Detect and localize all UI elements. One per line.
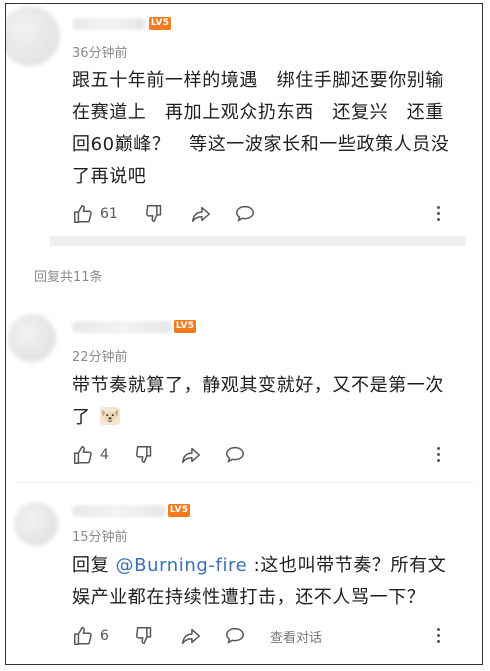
dislike-button[interactable] xyxy=(134,623,156,649)
like-button[interactable]: 6 xyxy=(72,623,109,649)
share-icon xyxy=(182,628,200,645)
share-icon xyxy=(182,447,200,464)
comment-thread-panel: LV5 36分钟前 跟五十年前一样的境遇 绑住手脚还要你别输在赛道上 再加上观众… xyxy=(5,3,483,665)
dislike-button[interactable] xyxy=(144,201,166,227)
comment-bubble-icon xyxy=(226,446,244,463)
like-count: 4 xyxy=(100,447,109,463)
thumbs-down-icon xyxy=(135,446,152,464)
section-divider xyxy=(50,236,466,246)
reply-button[interactable] xyxy=(224,442,246,468)
reply-time: 22分钟前 xyxy=(72,350,128,365)
reply-button[interactable] xyxy=(224,623,246,649)
reply-total-label: 回复共11条 xyxy=(34,270,103,285)
avatar[interactable] xyxy=(6,6,60,66)
more-options-icon[interactable] xyxy=(436,628,442,646)
share-icon xyxy=(192,206,210,223)
reply-separator xyxy=(16,482,474,483)
thumbs-down-icon xyxy=(135,627,152,645)
share-button[interactable] xyxy=(180,442,202,468)
reply-actions: 4 xyxy=(72,442,472,468)
comment-bubble-icon xyxy=(236,205,254,222)
level-badge: LV5 xyxy=(174,320,196,333)
view-conversation-link[interactable]: 查看对话 xyxy=(270,623,322,649)
thumbs-down-icon xyxy=(145,205,162,223)
like-button[interactable]: 61 xyxy=(72,201,118,227)
reply-time: 15分钟前 xyxy=(72,530,128,545)
comment-time: 36分钟前 xyxy=(72,46,128,61)
thumbs-up-icon xyxy=(74,627,92,645)
username-blurred[interactable] xyxy=(72,18,146,30)
username-blurred[interactable] xyxy=(72,321,172,333)
level-badge: LV5 xyxy=(168,504,190,517)
like-button[interactable]: 4 xyxy=(72,442,109,468)
like-count: 6 xyxy=(100,628,109,644)
mention-link[interactable]: @Burning-fire xyxy=(116,555,248,576)
like-count: 61 xyxy=(100,206,118,222)
username-blurred[interactable] xyxy=(72,505,166,517)
level-badge: LV5 xyxy=(149,17,171,30)
dislike-button[interactable] xyxy=(134,442,156,468)
avatar[interactable] xyxy=(14,502,58,546)
reply-actions: 6 查看对话 xyxy=(72,623,472,649)
reply-text: 带节奏就算了，静观其变就好，又不是第一次了 xyxy=(72,370,456,434)
reply-button[interactable] xyxy=(234,201,256,227)
comment-text: 跟五十年前一样的境遇 绑住手脚还要你别输在赛道上 再加上观众扔东西 还复兴 还重… xyxy=(72,70,450,187)
comment-actions: 61 xyxy=(72,201,472,227)
share-button[interactable] xyxy=(190,201,212,227)
reply-text: 回复 @Burning-fire :这也叫带节奏？所有文娱产业都在持续性遭打击，… xyxy=(72,550,456,614)
share-button[interactable] xyxy=(180,623,202,649)
avatar[interactable] xyxy=(8,314,56,362)
reply-prefix: 回复 xyxy=(72,555,116,576)
comment-bubble-icon xyxy=(226,627,244,644)
dog-face-emoji-icon xyxy=(99,406,121,426)
more-options-icon[interactable] xyxy=(436,206,442,224)
thumbs-up-icon xyxy=(74,205,92,223)
thumbs-up-icon xyxy=(74,446,92,464)
more-options-icon[interactable] xyxy=(436,447,442,465)
reply-text-body: 带节奏就算了，静观其变就好，又不是第一次了 xyxy=(72,375,444,428)
